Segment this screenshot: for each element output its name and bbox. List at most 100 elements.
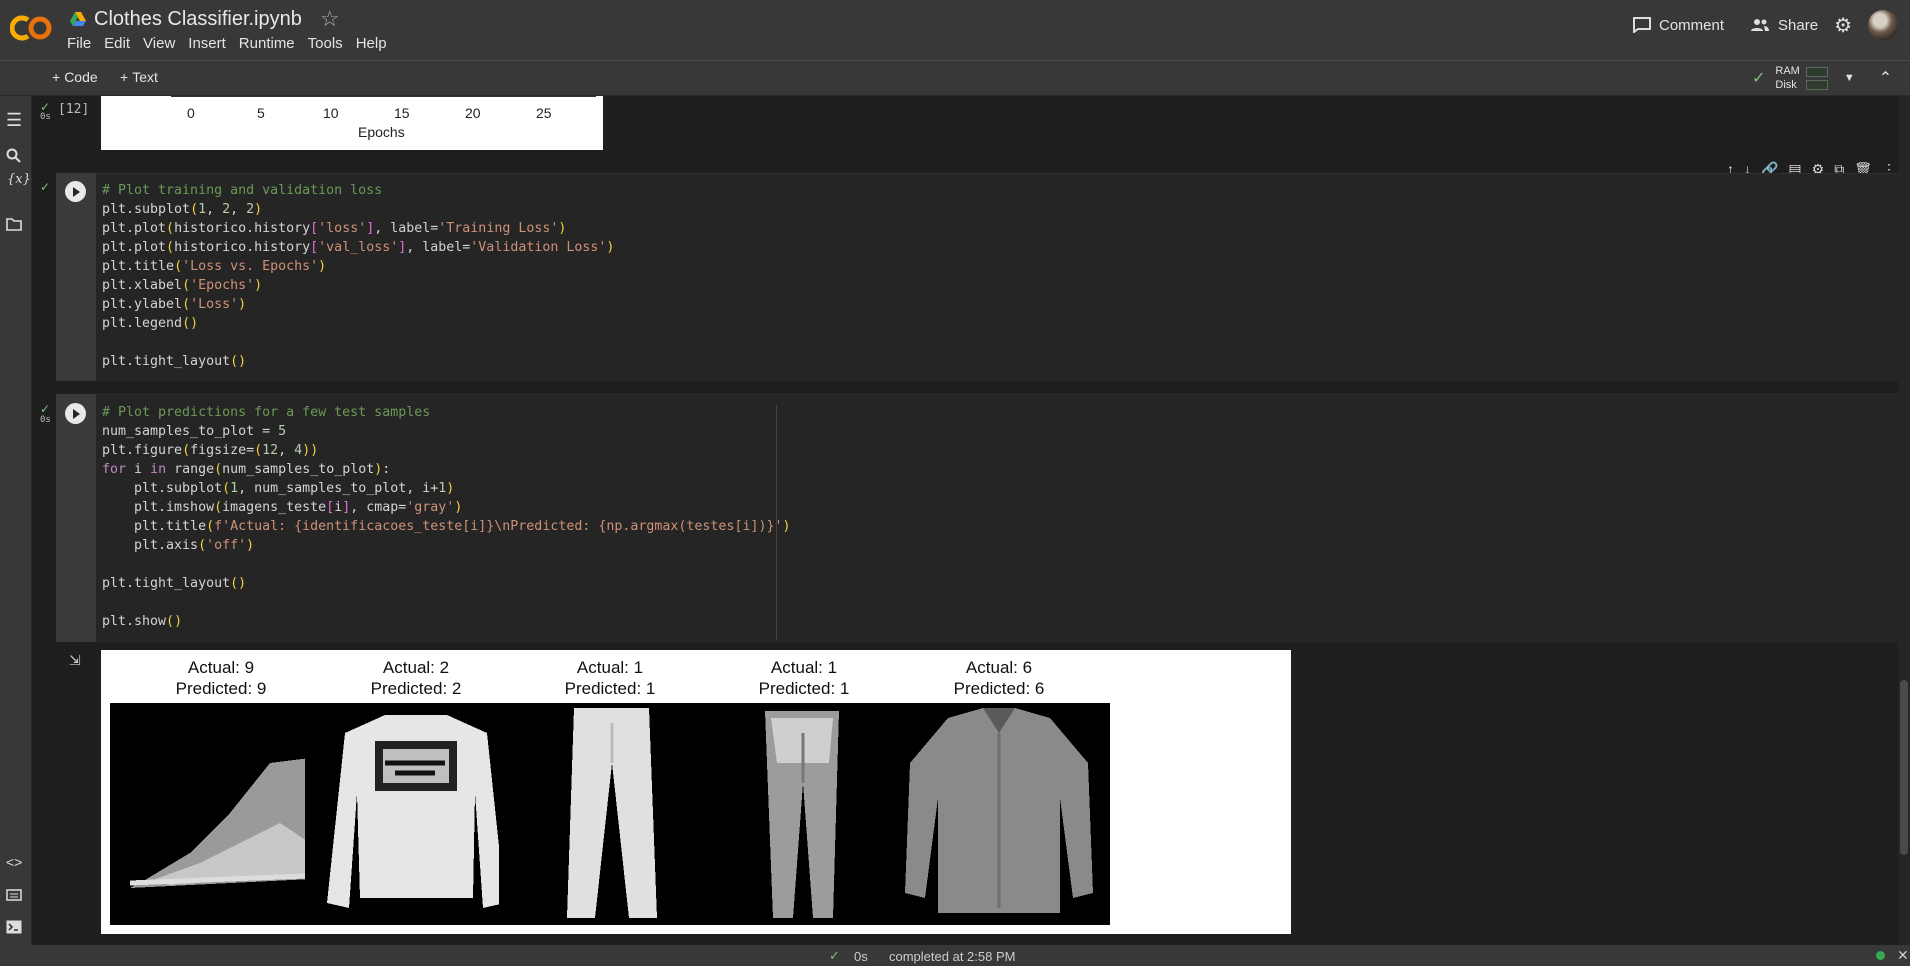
add-text-button[interactable]: + Text — [120, 69, 158, 85]
code-line[interactable]: plt.title(f'Actual: {identificacoes_test… — [102, 517, 790, 536]
command-palette-icon[interactable] — [6, 888, 22, 905]
search-icon[interactable] — [6, 148, 22, 168]
resources-dropdown-icon[interactable]: ▼ — [1844, 72, 1855, 84]
resources-indicator[interactable]: ✓ RAM Disk ▼ ⌃ — [1752, 64, 1892, 92]
sample-image-trouser — [499, 703, 721, 925]
code-line[interactable]: plt.plot(historico.history['val_loss'], … — [102, 238, 614, 257]
disk-label: Disk — [1775, 79, 1797, 91]
status-check-icon: ✓ — [829, 948, 840, 963]
menu-tools[interactable]: Tools — [308, 35, 343, 52]
terminal-icon[interactable] — [6, 920, 22, 938]
connected-check-icon: ✓ — [1752, 70, 1766, 87]
cell-success-check-icon: ✓ — [40, 402, 51, 416]
x-tick-label: 15 — [394, 105, 410, 121]
menu-bar: File Edit View Insert Runtime Tools Help — [67, 35, 387, 52]
code-line[interactable] — [102, 593, 791, 612]
user-avatar[interactable] — [1868, 10, 1898, 40]
sample-image-shirt — [888, 703, 1110, 925]
menu-runtime[interactable]: Runtime — [239, 35, 295, 52]
app-header: Clothes Classifier.ipynb ☆ File Edit Vie… — [0, 0, 1910, 60]
prev-chart-output: 0 5 10 15 20 25 Epochs — [101, 96, 603, 150]
cell-gutter — [56, 394, 96, 642]
share-button[interactable]: Share — [1750, 17, 1818, 34]
menu-insert[interactable]: Insert — [188, 35, 226, 52]
menu-help[interactable]: Help — [356, 35, 387, 52]
code-editor-predictions[interactable]: # Plot predictions for a few test sample… — [102, 403, 791, 631]
exec-count: [12] — [58, 102, 90, 117]
status-bar: ✓ 0s completed at 2:58 PM ✕ — [0, 945, 1910, 966]
disk-bar — [1805, 79, 1828, 90]
run-cell-button[interactable] — [65, 403, 86, 424]
add-text-label: Text — [132, 69, 158, 85]
menu-file[interactable]: File — [67, 35, 91, 52]
code-line[interactable]: plt.show() — [102, 612, 791, 631]
code-line[interactable]: plt.title('Loss vs. Epochs') — [102, 257, 614, 276]
comment-button[interactable]: Comment — [1633, 17, 1724, 34]
code-line[interactable]: plt.axis('off') — [102, 536, 791, 555]
code-line[interactable]: # Plot training and validation loss — [102, 181, 614, 200]
code-snippets-icon[interactable]: <> — [6, 854, 22, 870]
code-line[interactable]: plt.subplot(1, num_samples_to_plot, i+1) — [102, 479, 791, 498]
menu-edit[interactable]: Edit — [104, 35, 130, 52]
exec-time: 0s — [40, 112, 51, 122]
code-line[interactable]: plt.ylabel('Loss') — [102, 295, 614, 314]
add-code-label: Code — [64, 69, 98, 85]
share-label: Share — [1778, 16, 1819, 34]
x-tick-label: 25 — [536, 105, 552, 121]
code-line[interactable]: plt.legend() — [102, 314, 614, 333]
comment-icon — [1633, 17, 1651, 33]
code-line[interactable]: for i in range(num_samples_to_plot): — [102, 460, 791, 479]
sample-image-sneaker — [110, 703, 332, 925]
notebook-title[interactable]: Clothes Classifier.ipynb — [94, 8, 302, 31]
left-sidebar: ☰ {x} <> — [0, 96, 32, 945]
code-line[interactable] — [102, 555, 791, 574]
cell-gutter — [56, 173, 96, 381]
scrollbar-thumb[interactable] — [1900, 680, 1908, 855]
code-line[interactable]: plt.tight_layout() — [102, 352, 614, 371]
code-line[interactable]: num_samples_to_plot = 5 — [102, 422, 791, 441]
sample-image-pullover — [305, 703, 527, 925]
notebook-toolbar: + Code + Text ✓ RAM Disk ▼ ⌃ — [0, 61, 1910, 96]
code-line[interactable]: plt.xlabel('Epochs') — [102, 276, 614, 295]
files-folder-icon[interactable] — [6, 218, 22, 235]
cell-success-check-icon: ✓ — [40, 180, 51, 194]
predicted-label: Predicted: 6 — [953, 679, 1045, 698]
comment-label: Comment — [1659, 16, 1725, 34]
x-tick-label: 10 — [323, 105, 339, 121]
menu-view[interactable]: View — [143, 35, 175, 52]
close-icon[interactable]: ✕ — [1897, 947, 1909, 964]
ram-bar — [1805, 66, 1828, 77]
sample-image-trouser — [693, 703, 915, 925]
plus-icon: + — [120, 69, 129, 85]
table-of-contents-icon[interactable]: ☰ — [6, 110, 22, 131]
actual-label: Actual: 6 — [965, 658, 1033, 677]
x-axis-label: Epochs — [358, 124, 405, 140]
code-line[interactable]: plt.figure(figsize=(12, 4)) — [102, 441, 791, 460]
predictions-figure-output: Actual: 9 Predicted: 9 Actual: 2 Predicted:… — [101, 650, 1291, 934]
code-line[interactable]: plt.imshow(imagens_teste[i], cmap='gray'… — [102, 498, 791, 517]
chart-axis-line — [171, 96, 596, 97]
code-line[interactable]: plt.tight_layout() — [102, 574, 791, 593]
status-duration: 0s — [854, 949, 868, 964]
colab-logo[interactable] — [9, 12, 54, 49]
x-tick-label: 0 — [187, 105, 195, 121]
add-code-button[interactable]: + Code — [52, 69, 98, 85]
code-line[interactable]: plt.plot(historico.history['loss'], labe… — [102, 219, 614, 238]
output-toggle-icon[interactable]: ⇲ — [69, 652, 81, 669]
connection-status-dot — [1876, 951, 1885, 960]
ram-label: RAM — [1775, 65, 1800, 77]
exec-time: 0s — [40, 415, 51, 425]
collapse-chevron-up-icon[interactable]: ⌃ — [1879, 68, 1892, 88]
x-tick-label: 20 — [465, 105, 481, 121]
subplot-title: Actual: 6 Predicted: 6 — [878, 657, 1120, 699]
settings-gear-icon[interactable]: ⚙ — [1834, 13, 1852, 38]
code-editor-loss[interactable]: # Plot training and validation loss plt.s… — [102, 181, 614, 371]
status-completed: completed at 2:58 PM — [889, 949, 1016, 964]
variables-icon[interactable]: {x} — [7, 172, 31, 187]
run-cell-button[interactable] — [65, 181, 86, 202]
star-icon[interactable]: ☆ — [320, 6, 340, 32]
code-line[interactable]: # Plot predictions for a few test sample… — [102, 403, 791, 422]
code-line[interactable] — [102, 333, 614, 352]
code-line[interactable]: plt.subplot(1, 2, 2) — [102, 200, 614, 219]
share-people-icon — [1751, 19, 1770, 31]
